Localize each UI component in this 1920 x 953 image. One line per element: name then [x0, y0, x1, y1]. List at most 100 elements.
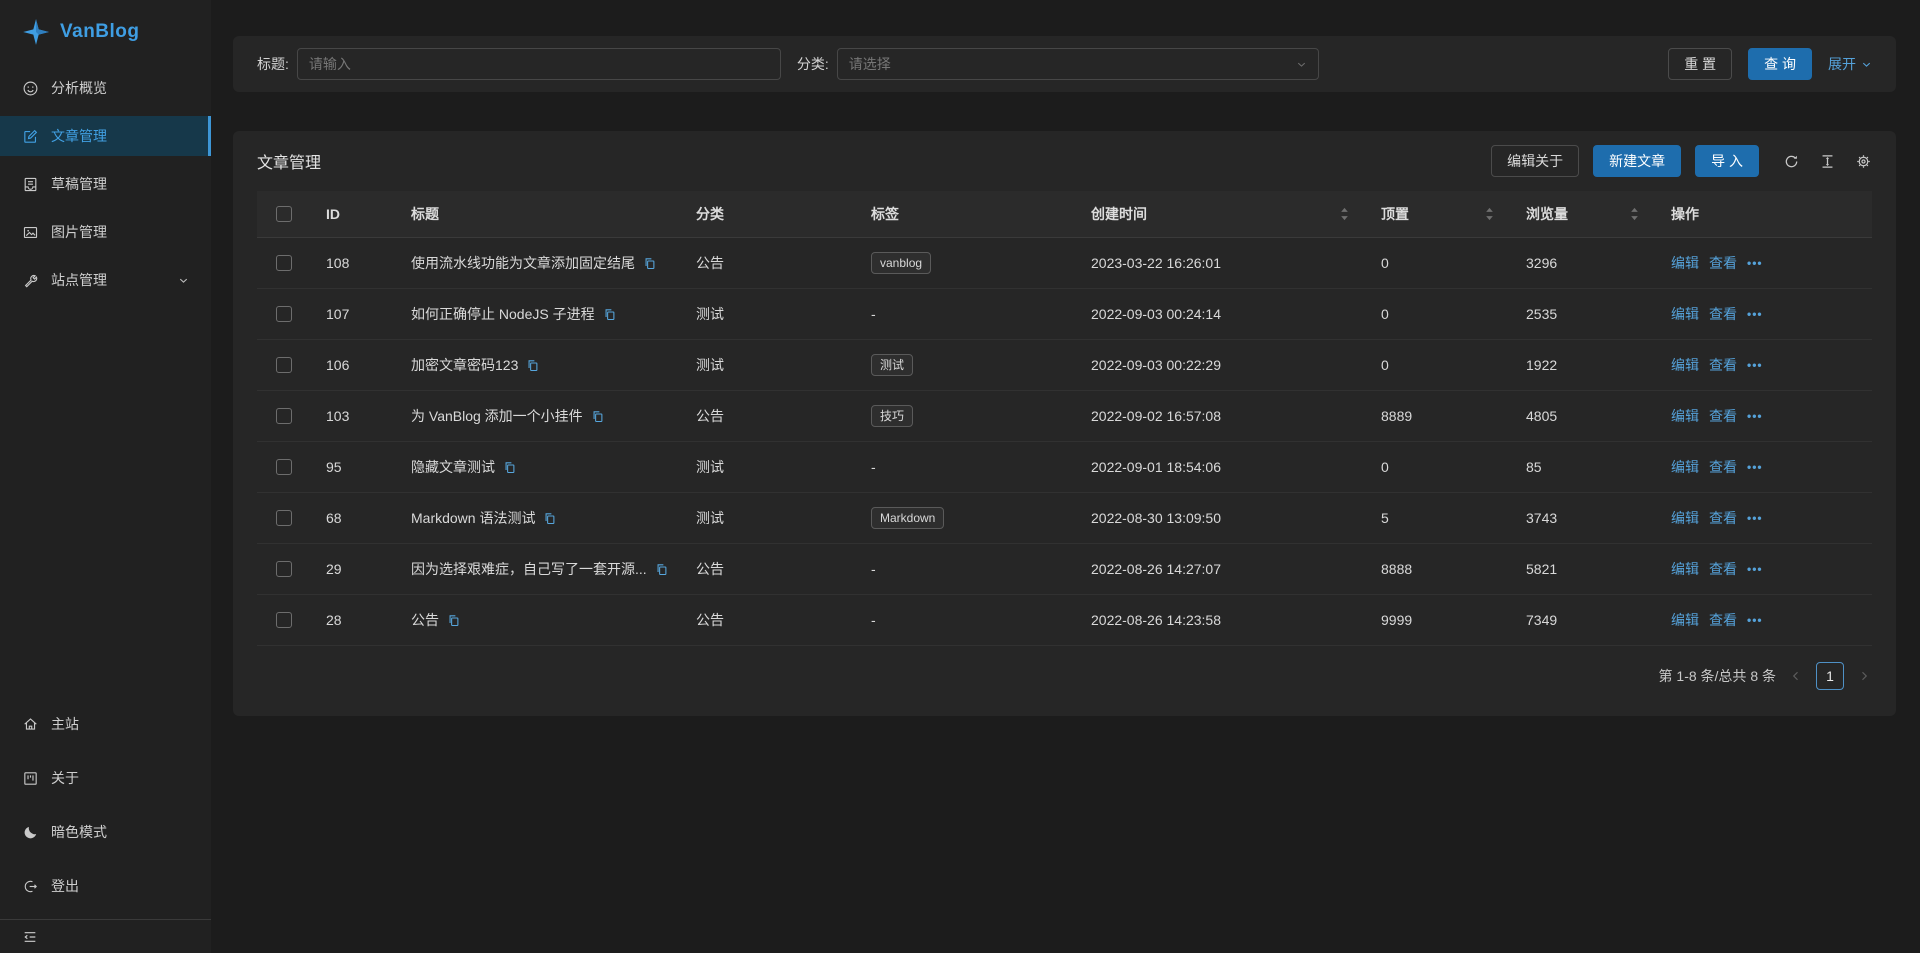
more-actions-link[interactable]: •••	[1747, 460, 1763, 474]
filter-bar: 标题: 分类: 请选择 重 置 查 询 展开	[233, 36, 1896, 92]
sidebar-item-analytics[interactable]: 分析概览	[0, 68, 211, 108]
gear-icon[interactable]	[1855, 153, 1872, 170]
row-checkbox[interactable]	[275, 612, 292, 628]
more-actions-link[interactable]: •••	[1747, 307, 1763, 321]
article-tag: -	[871, 306, 876, 322]
row-checkbox[interactable]	[275, 459, 292, 475]
row-checkbox[interactable]	[275, 510, 292, 526]
copy-icon[interactable]	[525, 358, 540, 373]
edit-link[interactable]: 编辑	[1671, 559, 1699, 579]
expand-link[interactable]: 展开	[1828, 54, 1872, 74]
copy-icon[interactable]	[654, 562, 669, 577]
reset-button[interactable]: 重 置	[1668, 48, 1733, 80]
sidebar-item-logout[interactable]: 登出	[0, 866, 211, 906]
category-filter-select[interactable]: 请选择	[836, 48, 1319, 80]
edit-link[interactable]: 编辑	[1671, 457, 1699, 477]
copy-icon[interactable]	[590, 409, 605, 424]
more-actions-link[interactable]: •••	[1747, 358, 1763, 372]
row-checkbox[interactable]	[275, 357, 292, 373]
row-checkbox[interactable]	[275, 306, 292, 322]
view-link[interactable]: 查看	[1709, 559, 1737, 579]
sidebar: VanBlog 分析概览 文章管理 草稿管理 图片管理 站点管理 主站 关于 暗…	[0, 0, 211, 953]
vanblog-admin: VanBlog 分析概览 文章管理 草稿管理 图片管理 站点管理 主站 关于 暗…	[0, 0, 1920, 953]
more-actions-link[interactable]: •••	[1747, 562, 1763, 576]
article-title[interactable]: 加密文章密码123	[411, 355, 518, 375]
column-header-views[interactable]: 浏览量	[1510, 204, 1655, 224]
sort-icon[interactable]	[1340, 207, 1349, 221]
more-actions-link[interactable]: •••	[1747, 511, 1763, 525]
article-views: 3743	[1526, 510, 1558, 526]
sidebar-item-main-site[interactable]: 主站	[0, 704, 211, 744]
copy-icon[interactable]	[642, 256, 657, 271]
article-tag: 技巧	[871, 404, 914, 428]
select-all-checkbox[interactable]	[275, 206, 292, 222]
title-filter-input[interactable]	[296, 48, 781, 80]
new-article-button[interactable]: 新建文章	[1593, 145, 1682, 177]
more-actions-link[interactable]: •••	[1747, 409, 1763, 423]
edit-link[interactable]: 编辑	[1671, 406, 1699, 426]
logo[interactable]: VanBlog	[0, 0, 211, 64]
picture-icon	[22, 224, 39, 241]
article-title[interactable]: 因为选择艰难症，自己写了一套开源...	[411, 559, 647, 579]
row-checkbox[interactable]	[275, 408, 292, 424]
sort-icon[interactable]	[1485, 207, 1494, 221]
article-top: 8888	[1381, 561, 1413, 577]
sidebar-collapse-button[interactable]	[0, 919, 211, 953]
sort-icon[interactable]	[1630, 207, 1639, 221]
copy-icon[interactable]	[542, 511, 557, 526]
article-title[interactable]: 公告	[411, 610, 439, 630]
edit-link[interactable]: 编辑	[1671, 304, 1699, 324]
sidebar-item-site[interactable]: 站点管理	[0, 260, 211, 300]
sidebar-item-label: 暗色模式	[51, 824, 107, 840]
article-top: 0	[1381, 357, 1389, 373]
sidebar-item-images[interactable]: 图片管理	[0, 212, 211, 252]
article-title[interactable]: 使用流水线功能为文章添加固定结尾	[411, 253, 635, 273]
column-header-created[interactable]: 创建时间	[1075, 204, 1365, 224]
edit-link[interactable]: 编辑	[1671, 610, 1699, 630]
article-id: 106	[326, 357, 350, 373]
edit-link[interactable]: 编辑	[1671, 253, 1699, 273]
view-link[interactable]: 查看	[1709, 457, 1737, 477]
view-link[interactable]: 查看	[1709, 406, 1737, 426]
next-page-icon[interactable]	[1856, 670, 1872, 682]
edit-link[interactable]: 编辑	[1671, 508, 1699, 528]
sidebar-item-label: 分析概览	[51, 80, 107, 96]
column-header-tag: 标签	[871, 206, 899, 222]
copy-icon[interactable]	[446, 613, 461, 628]
article-title[interactable]: Markdown 语法测试	[411, 508, 535, 528]
copy-icon[interactable]	[502, 460, 517, 475]
sidebar-item-label: 草稿管理	[51, 176, 107, 192]
edit-link[interactable]: 编辑	[1671, 355, 1699, 375]
more-actions-link[interactable]: •••	[1747, 256, 1763, 270]
copy-icon[interactable]	[602, 307, 617, 322]
article-title[interactable]: 隐藏文章测试	[411, 457, 495, 477]
sidebar-item-about[interactable]: 关于	[0, 758, 211, 798]
article-tag: Markdown	[871, 506, 945, 530]
sidebar-item-dark-mode[interactable]: 暗色模式	[0, 812, 211, 852]
more-actions-link[interactable]: •••	[1747, 613, 1763, 627]
article-category: 公告	[696, 408, 724, 424]
row-checkbox[interactable]	[275, 255, 292, 271]
article-title[interactable]: 为 VanBlog 添加一个小挂件	[411, 406, 583, 426]
prev-page-icon[interactable]	[1788, 670, 1804, 682]
sidebar-item-articles[interactable]: 文章管理	[0, 116, 211, 156]
reload-icon[interactable]	[1783, 153, 1800, 170]
view-link[interactable]: 查看	[1709, 355, 1737, 375]
article-table-card: 文章管理 编辑关于 新建文章 导 入 ID 标题 分类 标签 创建时间 顶置 浏…	[233, 131, 1896, 716]
view-link[interactable]: 查看	[1709, 304, 1737, 324]
article-title[interactable]: 如何正确停止 NodeJS 子进程	[411, 304, 595, 324]
edit-about-button[interactable]: 编辑关于	[1491, 145, 1580, 177]
view-link[interactable]: 查看	[1709, 508, 1737, 528]
import-button[interactable]: 导 入	[1695, 145, 1759, 177]
page-number[interactable]: 1	[1816, 662, 1844, 690]
article-id: 68	[326, 510, 342, 526]
article-created: 2022-09-03 00:22:29	[1091, 357, 1221, 373]
sidebar-item-drafts[interactable]: 草稿管理	[0, 164, 211, 204]
density-icon[interactable]	[1819, 153, 1836, 170]
query-button[interactable]: 查 询	[1748, 48, 1812, 80]
pagination-summary: 第 1-8 条/总共 8 条	[1658, 668, 1776, 684]
row-checkbox[interactable]	[275, 561, 292, 577]
column-header-top[interactable]: 顶置	[1365, 204, 1510, 224]
view-link[interactable]: 查看	[1709, 253, 1737, 273]
view-link[interactable]: 查看	[1709, 610, 1737, 630]
